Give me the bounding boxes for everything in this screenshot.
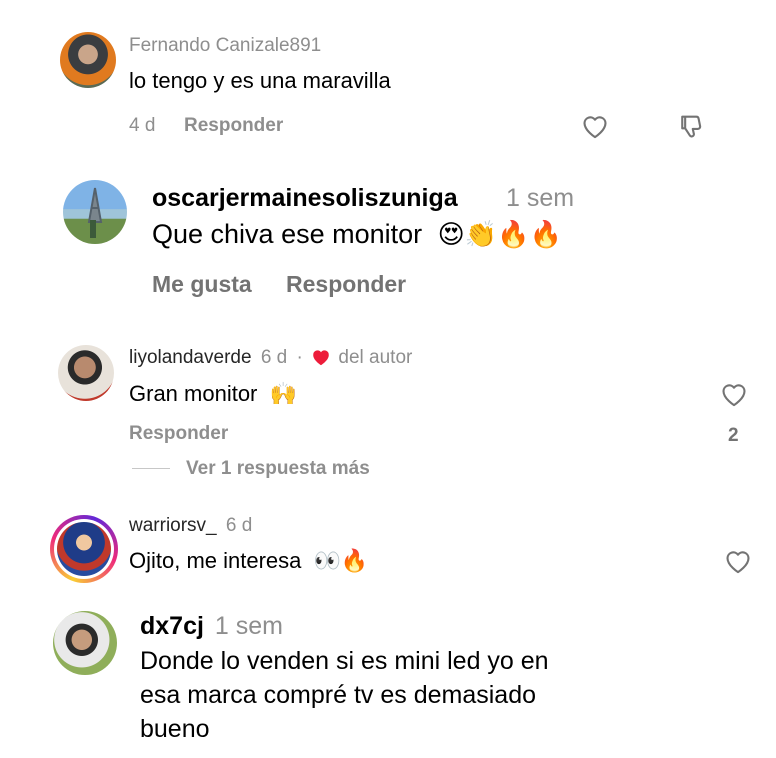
comment-text: Ojito, me interesa 👀🔥	[129, 548, 368, 574]
view-replies-button[interactable]: Ver 1 respuesta más	[186, 458, 370, 480]
separator-dot: ·	[296, 347, 303, 368]
comment-text-line: esa marca compré tv es demasiado	[140, 681, 537, 709]
avatar-story-ring[interactable]	[50, 515, 118, 583]
avatar[interactable]	[58, 345, 114, 401]
comment-header: warriorsv_ 6 d	[129, 515, 252, 537]
comment-text-line: Donde lo venden si es mini led yo en	[140, 647, 549, 675]
comment-text: Que chiva ese monitor 😍👏🔥🔥	[152, 219, 562, 250]
reply-button[interactable]: Responder	[184, 115, 283, 137]
avatar[interactable]	[63, 180, 127, 244]
comment-text: lo tengo y es una maravilla	[129, 68, 391, 93]
comment-text-body: Ojito, me interesa	[129, 548, 302, 573]
comment-emojis: 😍👏🔥🔥	[437, 220, 562, 250]
comment-emojis: 👀🔥	[313, 549, 369, 574]
comment-username[interactable]: dx7cj	[140, 612, 204, 640]
avatar	[54, 519, 114, 579]
comment-text-line: bueno	[140, 715, 210, 743]
like-count: 2	[728, 425, 739, 446]
avatar[interactable]	[60, 32, 116, 88]
comment-emojis: 🙌	[269, 382, 297, 407]
comment-header: liyolandaverde 6 d · del autor	[129, 347, 412, 372]
comment-text: Gran monitor 🙌	[129, 381, 297, 407]
comment-header: dx7cj 1 sem	[140, 612, 283, 641]
heart-icon[interactable]	[722, 545, 754, 577]
comment-text-body: Gran monitor	[129, 381, 258, 406]
heart-icon[interactable]	[579, 110, 611, 142]
comment-username[interactable]: Fernando Canizale891	[129, 35, 321, 57]
comment-text-body: Que chiva ese monitor	[152, 219, 423, 249]
replies-divider-line	[132, 468, 170, 469]
comment-time: 6 d	[225, 515, 253, 536]
comment-time: 1 sem	[214, 612, 283, 640]
red-heart-icon	[311, 348, 331, 372]
comment-username[interactable]: liyolandaverde	[129, 347, 252, 368]
comment-username[interactable]: warriorsv_	[129, 515, 217, 536]
comment-time: 4 d	[129, 115, 156, 136]
comment-time: 1 sem	[506, 184, 575, 212]
reply-button[interactable]: Responder	[129, 423, 228, 445]
like-button[interactable]: Me gusta	[152, 271, 252, 298]
author-badge: del autor	[338, 347, 413, 368]
comment-time: 6 d	[260, 347, 288, 368]
heart-icon[interactable]	[718, 378, 750, 410]
reply-button[interactable]: Responder	[286, 271, 406, 298]
avatar[interactable]	[53, 611, 117, 675]
thumbs-down-icon[interactable]	[675, 110, 707, 142]
comment-username[interactable]: oscarjermainesoliszuniga	[152, 184, 458, 213]
